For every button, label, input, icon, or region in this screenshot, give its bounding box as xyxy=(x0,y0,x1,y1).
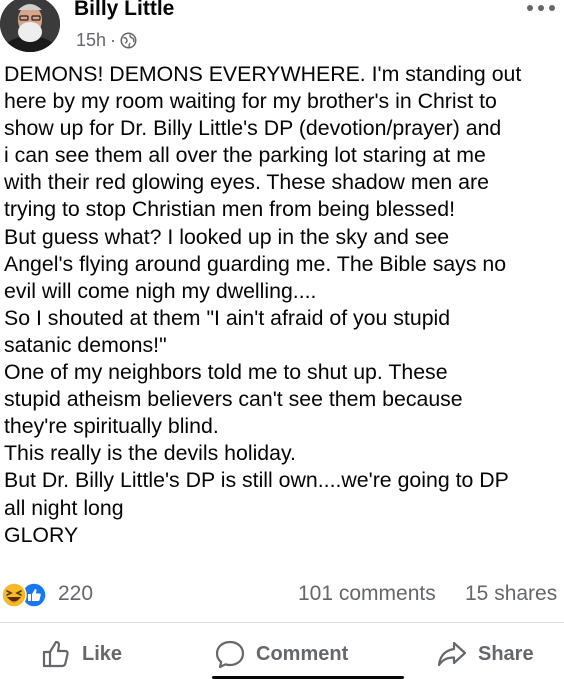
meta-separator: · xyxy=(110,30,117,50)
post-time[interactable]: 15h xyxy=(76,30,106,51)
comment-icon xyxy=(215,640,245,669)
share-button[interactable]: Share xyxy=(436,632,534,676)
post-text-line: This really is the devils holiday. xyxy=(4,441,296,466)
post-text-line: with their red glowing eyes. These shado… xyxy=(4,170,489,195)
haha-emoji-icon xyxy=(1,582,27,608)
post-text-line: One of my neighbors told me to shut up. … xyxy=(4,360,448,385)
shares-count[interactable]: 15 shares xyxy=(465,582,557,606)
avatar[interactable] xyxy=(0,0,60,52)
share-label: Share xyxy=(478,642,534,665)
like-label: Like xyxy=(82,642,123,665)
action-bar: Like Comment Share xyxy=(0,632,564,678)
post-text-line: i can see them all over the parking lot … xyxy=(4,143,486,168)
post-text-line: GLORY xyxy=(4,522,79,547)
more-dots-icon[interactable] xyxy=(524,0,558,16)
reaction-bar: 220 101 comments 15 shares xyxy=(0,580,564,610)
post-meta: 15h · xyxy=(76,30,137,51)
comments-count[interactable]: 101 comments xyxy=(298,582,436,606)
globe-icon xyxy=(120,32,137,49)
post-text-line: So I shouted at them "I ain't afraid of … xyxy=(4,305,451,330)
post-text-line: all night long xyxy=(4,495,124,520)
post-text-line: they're spiritually blind. xyxy=(4,414,219,439)
post-text-line: trying to stop Christian men from being … xyxy=(4,197,455,222)
post-header: Billy Little 15h · xyxy=(0,0,564,56)
reaction-icons[interactable] xyxy=(1,582,47,608)
comment-label: Comment xyxy=(256,642,349,665)
comment-button[interactable]: Comment xyxy=(214,632,348,676)
facebook-post: Billy Little 15h · DEMONS! DEMONS EVERYW… xyxy=(0,0,564,679)
post-text-line: show up for Dr. Billy Little's DP (devot… xyxy=(4,116,502,141)
reaction-count[interactable]: 220 xyxy=(58,582,93,606)
author-name[interactable]: Billy Little xyxy=(74,0,174,21)
post-text-line: stupid atheism believers can't see them … xyxy=(4,387,463,412)
like-icon xyxy=(42,640,69,668)
like-button[interactable]: Like xyxy=(40,632,122,676)
post-text-line: Angel's flying around guarding me. The B… xyxy=(4,251,507,276)
post-text-line: But Dr. Billy Little's DP is still own..… xyxy=(4,468,509,493)
post-text-line: evil will come nigh my dwelling.... xyxy=(4,278,317,303)
post-text-line: DEMONS! DEMONS EVERYWHERE. I'm standing … xyxy=(4,62,522,86)
post-text-line: satanic demons!" xyxy=(4,332,167,357)
divider xyxy=(0,622,564,623)
post-body: DEMONS! DEMONS EVERYWHERE. I'm standing … xyxy=(4,61,564,549)
post-text-line: But guess what? I looked up in the sky a… xyxy=(4,224,450,249)
share-icon xyxy=(437,641,467,667)
post-text-line: here by my room waiting for my brother's… xyxy=(4,89,497,114)
